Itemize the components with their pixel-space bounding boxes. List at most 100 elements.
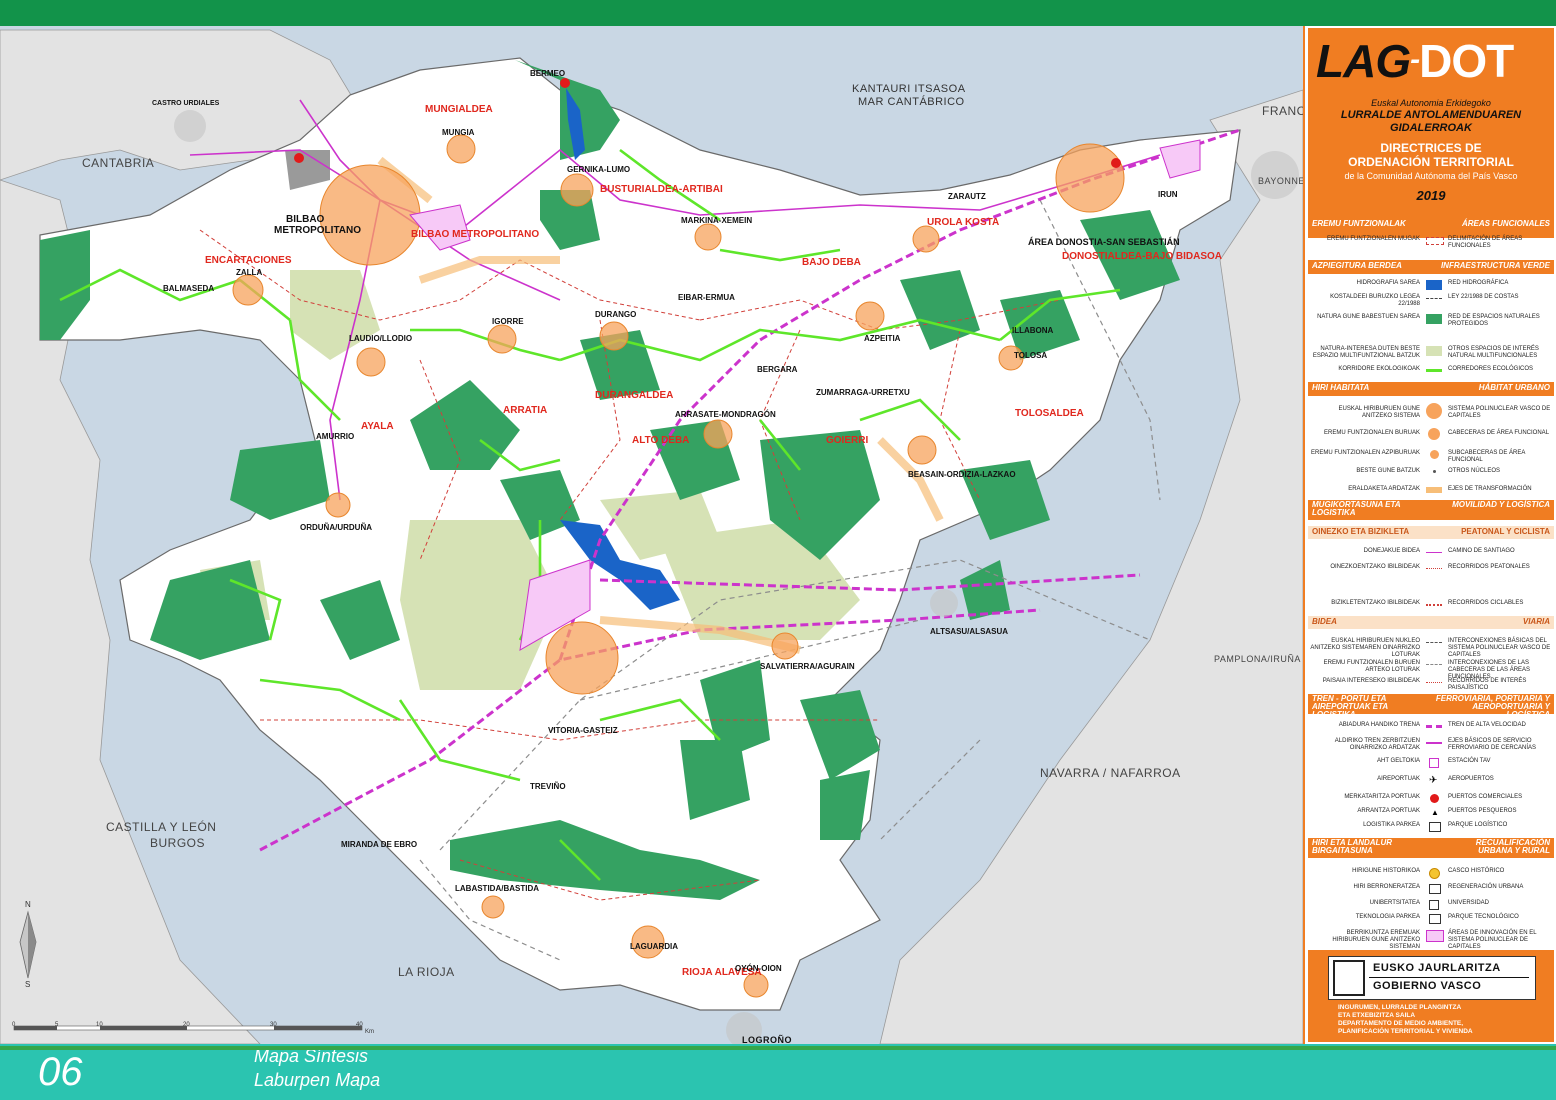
area-label: ARRATIA	[503, 405, 548, 416]
region-label: CASTILLA Y LEÓN	[106, 820, 217, 834]
town-label: MIRANDA DE EBRO	[341, 840, 418, 849]
coat-of-arms-icon	[1333, 960, 1365, 996]
legend-es-title2: ORDENACIÓN TERRITORIAL	[1348, 155, 1514, 169]
town-label: ZARAUTZ	[948, 192, 986, 201]
town-label: AZPEITIA	[864, 334, 901, 343]
region-label: FRANCIA	[1262, 104, 1303, 118]
town-label: DURANGO	[595, 310, 637, 319]
region-label: BAYONNE	[1258, 176, 1303, 186]
map-canvas	[0, 29, 1303, 1044]
area-label: BAJO DEBA	[802, 257, 861, 268]
header-bar	[0, 0, 1556, 26]
town-label: ORDUÑA/URDUÑA	[300, 523, 372, 532]
gov-name-es: GOBIERNO VASCO	[1373, 980, 1482, 992]
town-label: SALVATIERRA/AGURAIN	[760, 662, 855, 671]
area-label: GOIERRI	[826, 435, 869, 446]
town-label: OYÓN-OION	[735, 964, 782, 973]
scale-tick: 5	[55, 1022, 59, 1028]
north-label: N	[25, 900, 31, 909]
logo: LAG-DOT	[1316, 35, 1514, 87]
town-label: GERNIKA-LUMO	[567, 165, 631, 174]
region-label: PAMPLONA/IRUÑA	[1214, 654, 1301, 664]
area-label: DURANGALDEA	[595, 390, 674, 401]
town-label: LAGUARDIA	[630, 942, 678, 951]
area-label: ÁREA DONOSTIA-SAN SEBASTIÁN	[1028, 237, 1180, 247]
town-label: BEASAIN-ORDIZIA-LAZKAO	[908, 470, 1016, 479]
region-label: LA RIOJA	[398, 965, 455, 979]
legend-panel: LAG-DOT Euskal Autonomia Erkidegoko LURR…	[1303, 26, 1556, 1044]
town-label: MUNGIA	[442, 128, 475, 137]
area-label: MUNGIALDEA	[425, 104, 493, 115]
footer-title-eu: Laburpen Mapa	[254, 1070, 381, 1090]
legend-eu-title1: LURRALDE ANTOLAMENDUAREN	[1340, 109, 1522, 121]
town-label: ZUMARRAGA-URRETXU	[816, 388, 910, 397]
dept-line: ETA ETXEBIZITZA SAILA	[1338, 1012, 1416, 1019]
area-label: BUSTURIALDEA-ARTIBAI	[600, 184, 723, 195]
legend-eu-title2: GIDALERROAK	[1390, 122, 1472, 134]
area-label: TOLOSALDEA	[1015, 408, 1084, 419]
town-label: LABASTIDA/BASTIDA	[455, 884, 539, 893]
legend-section: HIRI ETA LANDALUR BIRGAITASUNA RECUALIFIC…	[1308, 838, 1554, 858]
sea-label-eu: KANTAURI ITSASOA	[852, 83, 966, 95]
town-label: BERMEO	[530, 69, 566, 78]
dept-line: INGURUMEN, LURRALDE PLANGINTZA	[1338, 1004, 1462, 1011]
town-label: LAUDIO/LLODIO	[349, 334, 413, 343]
gov-logo: EUSKO JAURLARITZA GOBIERNO VASCO	[1328, 956, 1536, 1000]
town-label: ARRASATE-MONDRAGÓN	[675, 410, 776, 419]
government-box: EUSKO JAURLARITZA GOBIERNO VASCO INGURUM…	[1308, 950, 1554, 1042]
region-label: CANTABRIA	[82, 156, 155, 170]
commercial-port	[294, 153, 304, 163]
town-label: BALMASEDA	[163, 284, 215, 293]
scale-tick: 30	[270, 1022, 277, 1028]
legend-subsection: OINEZKO ETA BIZIKLETA PEATONAL Y CICLISTA	[1308, 526, 1554, 539]
town-label: MARKINA-XEMEIN	[681, 216, 753, 225]
sea-label-es: MAR CANTÁBRICO	[858, 96, 965, 108]
scale-unit: Km	[365, 1029, 374, 1035]
scale-tick: 0	[12, 1022, 16, 1028]
town-label: BERGARA	[757, 365, 798, 374]
town-label: METROPOLITANO	[274, 225, 362, 236]
town-label: VITORIA-GASTEIZ	[548, 726, 618, 735]
town-label: TOLOSA	[1014, 351, 1048, 360]
legend-section: TREN - PORTU ETA AIREPORTUAK ETA LOGISTI…	[1308, 694, 1554, 719]
legend-section: AZPIEGITURA BERDEA INFRAESTRUCTURA VERDE	[1308, 260, 1554, 274]
town-label: BILBAO	[286, 214, 325, 225]
gov-divider	[1369, 977, 1529, 978]
legend-section: BIDEA VIARIA	[1308, 616, 1554, 629]
town-label: EIBAR-ERMUA	[678, 293, 735, 302]
legend-section: MUGIKORTASUNA ETA LOGISTIKA MOVILIDAD Y L…	[1308, 500, 1554, 520]
legend-section: HIRI HABITATA HÁBITAT URBANO	[1308, 382, 1554, 396]
dept-line: DEPARTAMENTO DE MEDIO AMBIENTE,	[1338, 1020, 1464, 1027]
scale-tick: 40	[356, 1022, 363, 1028]
gov-name-eu: EUSKO JAURLARITZA	[1373, 962, 1501, 974]
town-label: ILLABONA	[1012, 326, 1054, 335]
legend-eu-sub: Euskal Autonomia Erkidegoko	[1371, 98, 1491, 108]
town-label: CASTRO URDIALES	[152, 100, 220, 107]
legend-header: LAG-DOT Euskal Autonomia Erkidegoko LURR…	[1308, 28, 1554, 238]
area-label: AYALA	[361, 421, 394, 432]
commercial-port	[560, 78, 570, 88]
south-label: S	[25, 980, 31, 989]
area-label: ENCARTACIONES	[205, 255, 292, 266]
area-label: UROLA KOSTA	[927, 217, 1000, 228]
commercial-port	[1111, 158, 1121, 168]
region-label: LOGROÑO	[742, 1035, 792, 1044]
town-label: ZALLA	[236, 268, 263, 277]
town-label: IGORRE	[492, 317, 524, 326]
region-label: BURGOS	[150, 836, 206, 850]
area-label: BILBAO METROPOLITANO	[411, 229, 540, 240]
map-area[interactable]: CANTABRIA FRANCIA BAYONNE CASTILLA Y LEÓ…	[0, 26, 1303, 1044]
dept-line: PLANIFICACIÓN TERRITORIAL Y VIVIENDA	[1338, 1028, 1473, 1035]
area-label: DONOSTIALDEA-BAJO BIDASOA	[1062, 251, 1223, 262]
legend-year: 2019	[1416, 188, 1446, 203]
town-label: IRUN	[1158, 190, 1178, 199]
region-label: NAVARRA / NAFARROA	[1040, 766, 1181, 780]
legend-es-title1: DIRECTRICES DE	[1380, 141, 1482, 155]
page-number: 06	[38, 1050, 83, 1094]
town-label: TREVIÑO	[530, 782, 566, 791]
scale-tick: 10	[96, 1022, 103, 1028]
legend-es-sub: de la Comunidad Autónoma del País Vasco	[1344, 171, 1518, 181]
town-label: ALTSASU/ALSASUA	[930, 627, 1009, 636]
footer-strip	[0, 1046, 1556, 1050]
footer-bar: 06 Mapa Síntesis Laburpen Mapa	[0, 1044, 1556, 1100]
